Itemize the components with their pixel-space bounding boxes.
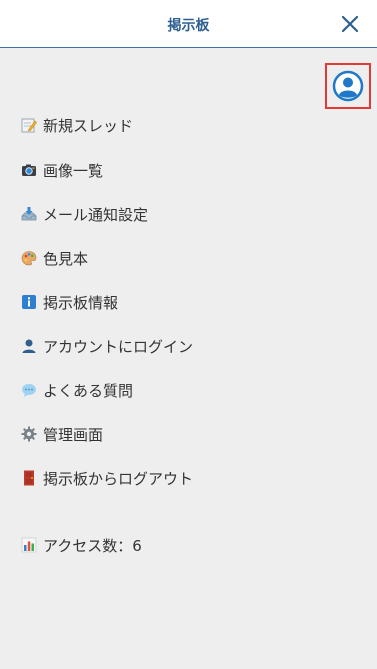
menu-item-mail-notification[interactable]: メール通知設定 (21, 202, 148, 226)
account-avatar-button[interactable] (325, 63, 371, 109)
header-bar: 掲示板 (0, 0, 377, 48)
menu-label: 掲示板からログアウト (43, 469, 194, 488)
inbox-tray-icon (21, 206, 37, 222)
menu-label: 掲示板情報 (43, 293, 119, 312)
memo-icon (21, 117, 37, 133)
gear-icon (21, 426, 37, 442)
menu-label: 画像一覧 (43, 161, 104, 180)
access-counter: アクセス数：6 (21, 533, 142, 557)
palette-icon (21, 250, 37, 266)
menu-item-admin[interactable]: 管理画面 (21, 422, 103, 446)
close-icon (341, 15, 359, 33)
menu-label: 色見本 (43, 249, 89, 268)
menu-item-image-list[interactable]: 画像一覧 (21, 158, 103, 182)
door-icon (21, 470, 37, 486)
camera-icon (21, 162, 37, 178)
menu-item-color-sample[interactable]: 色見本 (21, 246, 88, 270)
menu-item-login[interactable]: アカウントにログイン (21, 334, 193, 358)
menu-label: メール通知設定 (43, 205, 149, 224)
user-icon (21, 338, 37, 354)
menu-item-faq[interactable]: よくある質問 (21, 378, 133, 402)
menu-label: よくある質問 (43, 381, 134, 400)
bar-chart-icon (21, 537, 37, 553)
menu-label: アカウントにログイン (43, 337, 194, 356)
menu-label: 管理画面 (43, 425, 104, 444)
menu-item-logout[interactable]: 掲示板からログアウト (21, 466, 193, 490)
info-icon (21, 294, 37, 310)
speech-bubble-icon (21, 382, 37, 398)
page-title: 掲示板 (167, 18, 210, 34)
user-avatar-icon (332, 70, 364, 102)
menu-label: 新規スレッド (43, 116, 134, 135)
access-count-label: アクセス数：6 (43, 536, 142, 555)
menu-item-new-thread[interactable]: 新規スレッド (21, 113, 133, 137)
close-button[interactable] (337, 11, 363, 37)
menu-item-board-info[interactable]: 掲示板情報 (21, 290, 118, 314)
